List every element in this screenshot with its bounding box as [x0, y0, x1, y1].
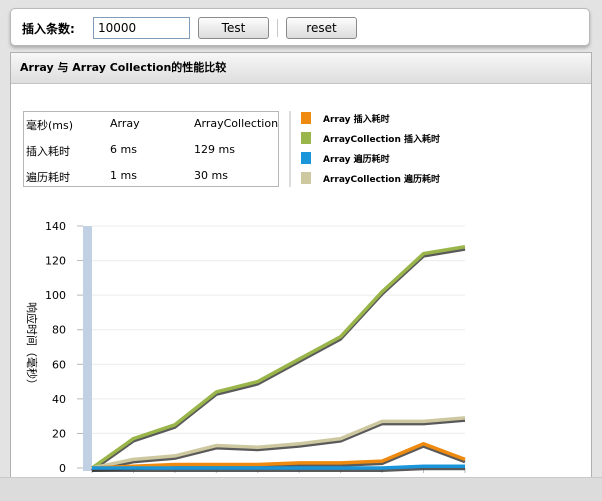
series-line: [90, 245, 466, 470]
y-tick-label: 0: [59, 462, 66, 475]
y-axis-band: [83, 226, 92, 471]
y-tick-label: 80: [52, 324, 66, 337]
y-tick-label: 60: [52, 358, 66, 371]
y-tick-label: 40: [52, 393, 66, 406]
footer-bar: [0, 477, 602, 501]
series-line: [92, 464, 465, 470]
y-tick-label: 140: [45, 220, 66, 233]
y-axis-title: 响应时间（毫秒）: [25, 302, 39, 390]
series-shadow: [91, 247, 466, 472]
y-tick-label: 20: [52, 427, 66, 440]
y-tick-label: 100: [45, 289, 66, 302]
y-tick-label: 120: [45, 255, 66, 268]
response-time-chart: 响应时间（毫秒） 0 20 40 60 80 100 120 140: [25, 220, 466, 475]
